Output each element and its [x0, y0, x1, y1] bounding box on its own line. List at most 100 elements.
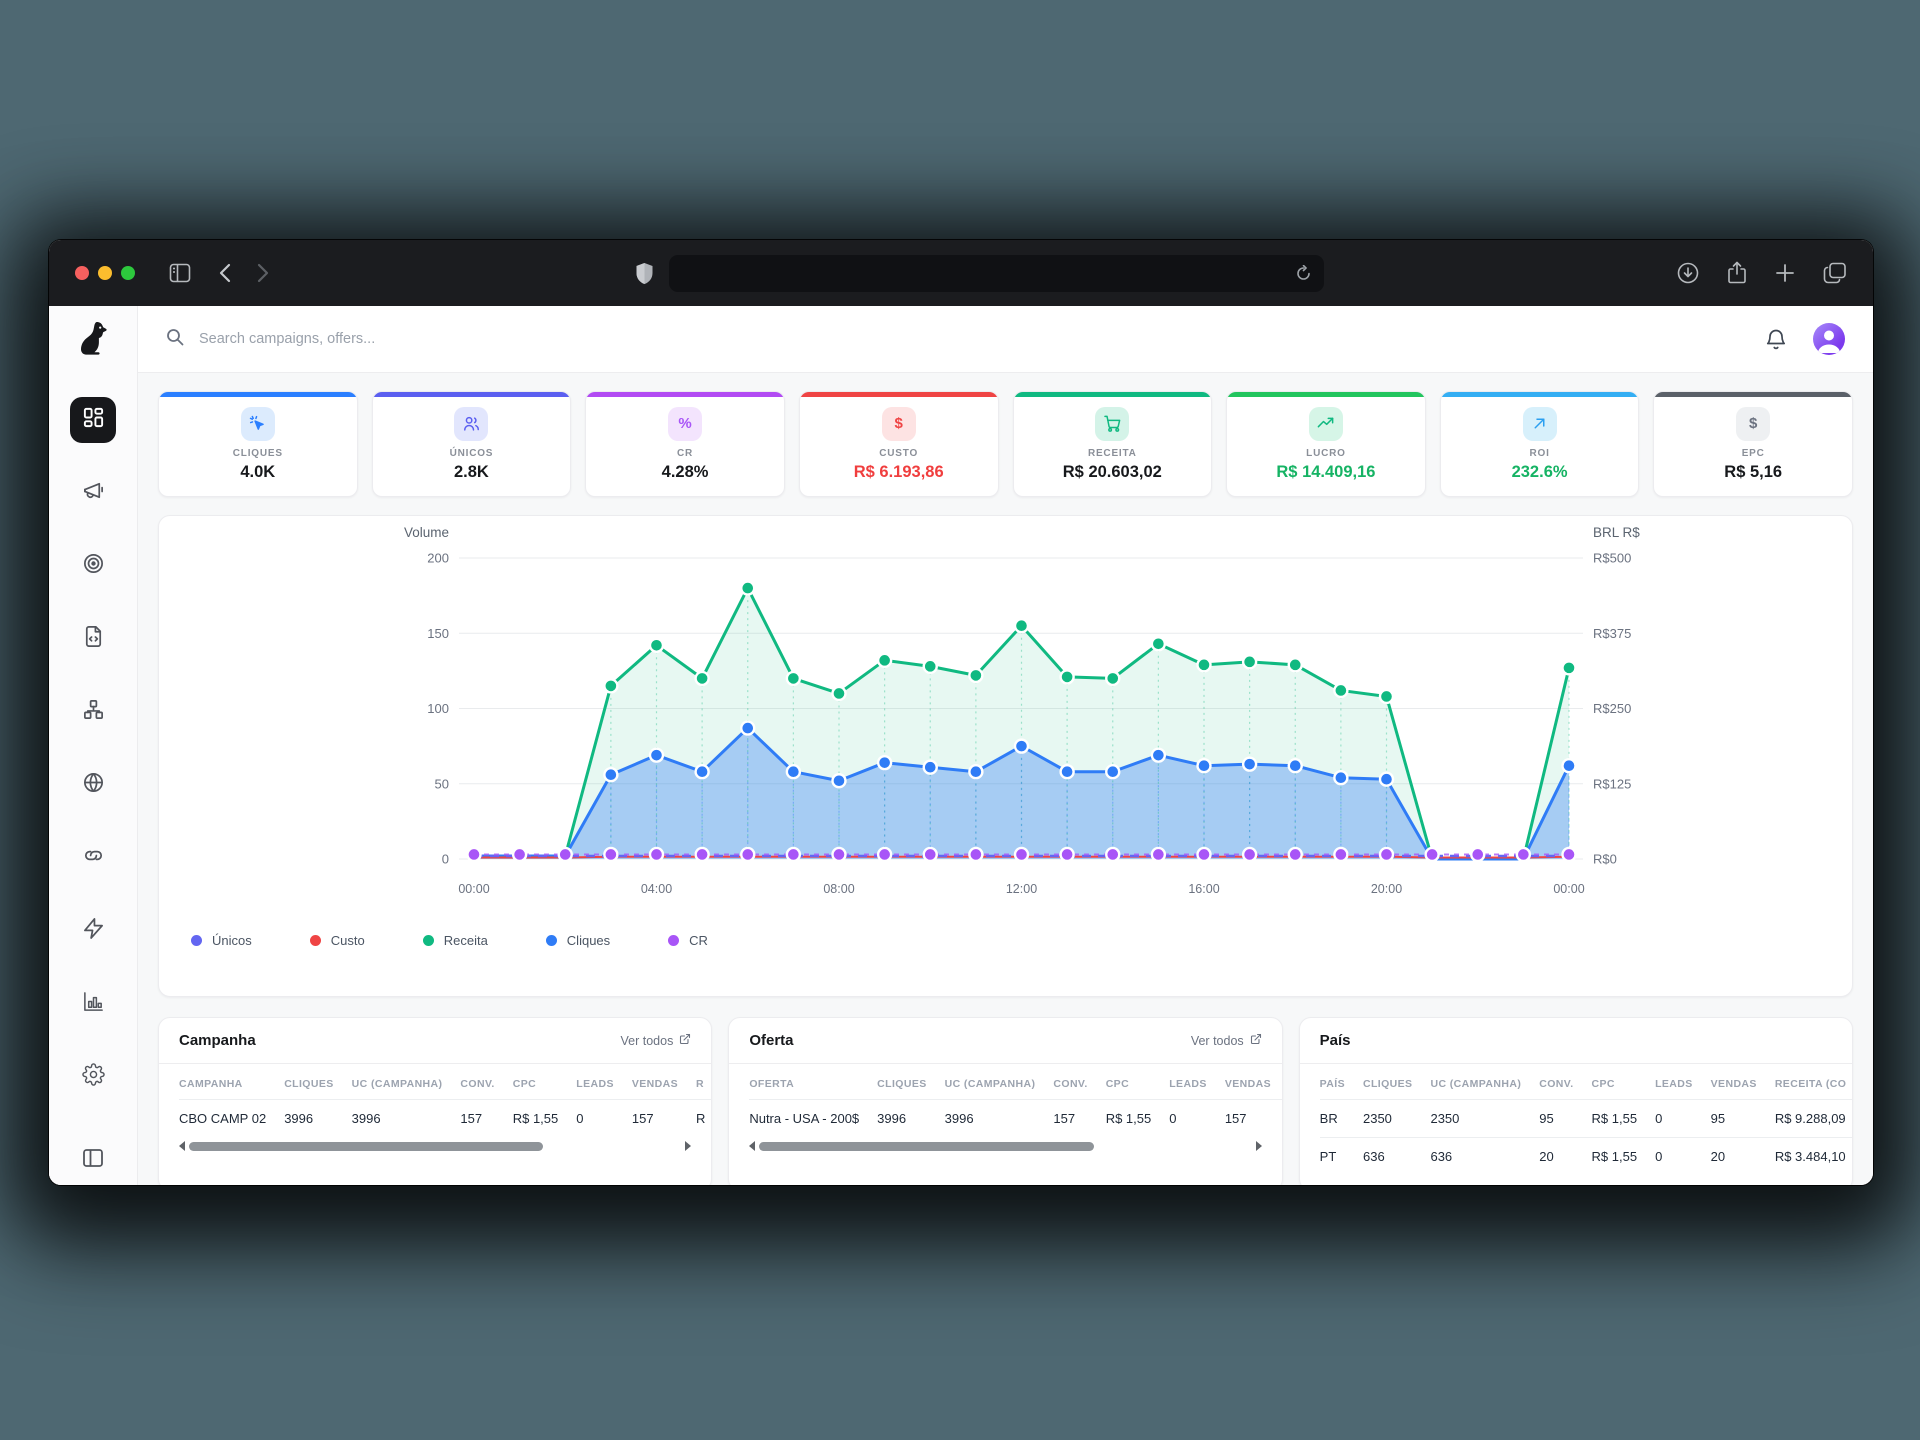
- kpi-value: 4.0K: [240, 463, 275, 482]
- table-row[interactable]: PT63663620R$ 1,55020R$ 3.484,10: [1320, 1138, 1852, 1176]
- column-header[interactable]: CPC: [1592, 1066, 1656, 1100]
- shield-icon[interactable]: [635, 262, 654, 285]
- close-button[interactable]: [75, 266, 89, 280]
- scrollbar-track[interactable]: [759, 1142, 1251, 1151]
- column-header[interactable]: CLIQUES: [284, 1066, 351, 1100]
- column-header[interactable]: CONV.: [1053, 1066, 1105, 1100]
- kpi-accent-bar: [1014, 392, 1212, 397]
- sidebar-item-landing-pages[interactable]: [70, 616, 116, 662]
- sidebar-toggle-icon[interactable]: [169, 263, 191, 283]
- download-icon[interactable]: [1677, 262, 1699, 284]
- arrow-up-right-icon: [1523, 407, 1557, 441]
- table-cell: 0: [576, 1100, 632, 1138]
- global-search[interactable]: [166, 328, 1765, 351]
- kpi-card-cliques[interactable]: CLIQUES4.0K: [158, 391, 358, 497]
- reload-icon[interactable]: [1295, 265, 1312, 282]
- column-header[interactable]: R: [696, 1066, 711, 1100]
- column-header[interactable]: UC (CAMPANHA): [1430, 1066, 1539, 1100]
- column-header[interactable]: LEADS: [576, 1066, 632, 1100]
- kpi-accent-bar: [1441, 392, 1639, 397]
- user-avatar[interactable]: [1813, 323, 1845, 355]
- kpi-card-lucro[interactable]: LUCROR$ 14.409,16: [1226, 391, 1426, 497]
- column-header[interactable]: VENDAS: [632, 1066, 696, 1100]
- legend-item-cr[interactable]: CR: [668, 933, 708, 948]
- kpi-card-epc[interactable]: $EPCR$ 5,16: [1653, 391, 1853, 497]
- column-header[interactable]: LEADS: [1169, 1066, 1225, 1100]
- kpi-label: RECEITA: [1088, 448, 1137, 459]
- kpi-card-custo[interactable]: $CUSTOR$ 6.193,86: [799, 391, 999, 497]
- column-header[interactable]: CAMPANHA: [179, 1066, 284, 1100]
- data-table: OFERTACLIQUESUC (CAMPANHA)CONV.CPCLEADSV…: [749, 1066, 1281, 1137]
- column-header[interactable]: OFERTA: [749, 1066, 877, 1100]
- column-header[interactable]: RECEITA (CO: [1775, 1066, 1852, 1100]
- forward-icon[interactable]: [257, 263, 269, 283]
- kpi-card-roi[interactable]: ROI232.6%: [1440, 391, 1640, 497]
- column-header[interactable]: CONV.: [460, 1066, 512, 1100]
- sidebar-item-campaigns[interactable]: [70, 470, 116, 516]
- url-bar[interactable]: [669, 255, 1324, 292]
- legend-item-cliques[interactable]: Cliques: [546, 933, 610, 948]
- sidebar-item-automation[interactable]: [70, 908, 116, 954]
- file-code-icon: [82, 625, 105, 653]
- column-header[interactable]: UC (CAMPANHA): [945, 1066, 1054, 1100]
- scroll-left-icon[interactable]: [179, 1141, 185, 1151]
- sidebar-item-reports[interactable]: [70, 981, 116, 1027]
- column-header[interactable]: CLIQUES: [1363, 1066, 1430, 1100]
- horizontal-scrollbar[interactable]: [749, 1139, 1261, 1153]
- column-header[interactable]: UC (CAMPANHA): [352, 1066, 461, 1100]
- legend-item-receita[interactable]: Receita: [423, 933, 488, 948]
- table-cell: 95: [1711, 1100, 1775, 1138]
- ver-todos-link[interactable]: Ver todos: [621, 1033, 692, 1048]
- table-cell: 2350: [1430, 1100, 1539, 1138]
- share-icon[interactable]: [1727, 261, 1747, 285]
- sidebar-item-targets[interactable]: [70, 543, 116, 589]
- scrollbar-thumb[interactable]: [189, 1142, 543, 1151]
- ver-todos-link[interactable]: Ver todos: [1191, 1033, 1262, 1048]
- sidebar-item-flows[interactable]: [70, 689, 116, 735]
- scroll-left-icon[interactable]: [749, 1141, 755, 1151]
- search-input[interactable]: [197, 330, 621, 348]
- column-header[interactable]: CPC: [1106, 1066, 1170, 1100]
- back-icon[interactable]: [219, 263, 231, 283]
- volume-brl-chart[interactable]: 0R$050R$125100R$250150R$375200R$500Volum…: [159, 516, 1853, 916]
- scroll-right-icon[interactable]: [1256, 1141, 1262, 1151]
- kpi-card-cr[interactable]: %CR4.28%: [585, 391, 785, 497]
- sidebar-item-settings[interactable]: [70, 1054, 116, 1100]
- legend-item-custo[interactable]: Custo: [310, 933, 365, 948]
- sitemap-icon: [82, 698, 105, 726]
- column-header[interactable]: PAÍS: [1320, 1066, 1363, 1100]
- horizontal-scrollbar[interactable]: [179, 1139, 691, 1153]
- column-header[interactable]: LEADS: [1655, 1066, 1711, 1100]
- column-header[interactable]: VENDAS: [1711, 1066, 1775, 1100]
- bell-icon[interactable]: [1765, 328, 1787, 351]
- table-cell: 157: [1225, 1100, 1282, 1138]
- dollar-icon: $: [882, 407, 916, 441]
- bar-chart-icon: [82, 990, 105, 1018]
- column-header[interactable]: CPC: [513, 1066, 577, 1100]
- table-row[interactable]: CBO CAMP 0239963996157R$ 1,550157R: [179, 1100, 711, 1138]
- svg-text:0: 0: [442, 852, 449, 867]
- kpi-value: R$ 5,16: [1724, 463, 1782, 482]
- dog-logo[interactable]: [49, 306, 137, 373]
- svg-text:R$500: R$500: [1593, 551, 1631, 566]
- table-row[interactable]: Nutra - USA - 200$39963996157R$ 1,550157: [749, 1100, 1281, 1138]
- column-header[interactable]: VENDAS: [1225, 1066, 1282, 1100]
- legend-item-únicos[interactable]: Únicos: [191, 933, 252, 948]
- tab-overview-icon[interactable]: [1823, 262, 1847, 284]
- kpi-card-receita[interactable]: RECEITAR$ 20.603,02: [1013, 391, 1213, 497]
- column-header[interactable]: CLIQUES: [877, 1066, 944, 1100]
- sidebar-item-domains[interactable]: [70, 762, 116, 808]
- zoom-button[interactable]: [121, 266, 135, 280]
- sidebar-item-dashboard[interactable]: [70, 397, 116, 443]
- new-tab-icon[interactable]: [1775, 263, 1795, 283]
- scrollbar-thumb[interactable]: [759, 1142, 1094, 1151]
- table-cell: 3996: [877, 1100, 944, 1138]
- scroll-right-icon[interactable]: [685, 1141, 691, 1151]
- table-row[interactable]: BR2350235095R$ 1,55095R$ 9.288,09: [1320, 1100, 1852, 1138]
- scrollbar-track[interactable]: [189, 1142, 681, 1151]
- sidebar-item-links[interactable]: [70, 835, 116, 881]
- minimize-button[interactable]: [98, 266, 112, 280]
- kpi-card-únicos[interactable]: ÚNICOS2.8K: [372, 391, 572, 497]
- panel-left-icon[interactable]: [82, 1147, 104, 1169]
- column-header[interactable]: CONV.: [1539, 1066, 1591, 1100]
